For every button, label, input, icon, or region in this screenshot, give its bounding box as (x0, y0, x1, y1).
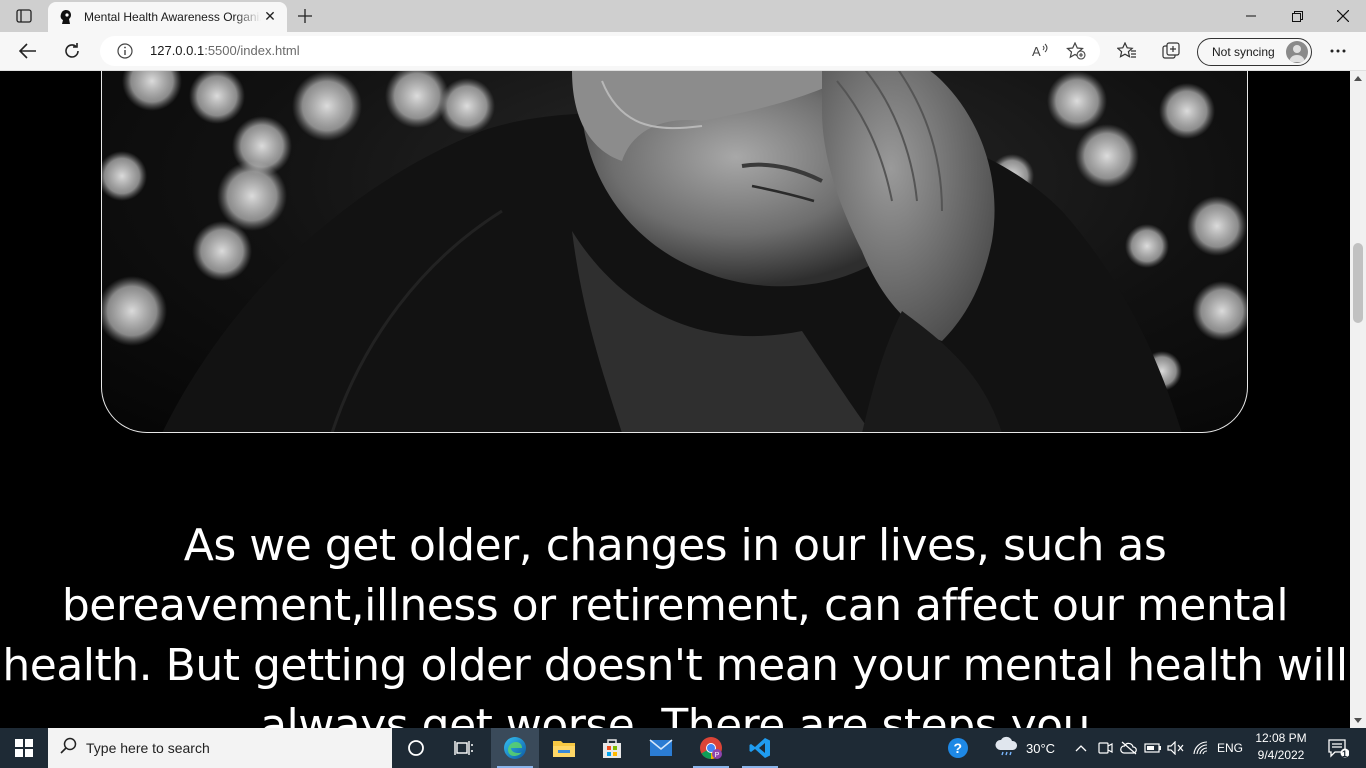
new-tab-button[interactable] (292, 5, 318, 27)
onedrive-off-icon[interactable] (1118, 728, 1140, 768)
edge-icon[interactable] (491, 728, 539, 768)
scroll-up-icon[interactable] (1350, 71, 1366, 85)
notification-count: 1 (1342, 749, 1348, 759)
windows-taskbar: Type here to search P ? 30°C ENG 12:08 P… (0, 728, 1366, 768)
restore-icon[interactable] (1274, 0, 1320, 32)
svg-text:P: P (715, 752, 720, 759)
microsoft-store-icon[interactable] (588, 728, 636, 768)
minimize-icon[interactable] (1228, 0, 1274, 32)
address-bar[interactable]: 127.0.0.1:5500/index.html A (100, 36, 1100, 66)
intro-paragraph: As we get older, changes in our lives, s… (2, 520, 1348, 728)
url-host: 127.0.0.1 (150, 43, 205, 58)
file-explorer-icon[interactable] (540, 728, 588, 768)
chrome-icon[interactable]: P (687, 728, 735, 768)
cloud-rain-icon (994, 736, 1020, 761)
browser-titlebar: Mental Health Awareness Organization ✕ (0, 0, 1366, 32)
vscode-icon[interactable] (736, 728, 784, 768)
taskbar-clock[interactable]: 12:08 PM 9/4/2022 (1246, 730, 1316, 764)
volume-muted-icon[interactable] (1165, 728, 1187, 768)
collections-icon[interactable] (1156, 37, 1186, 65)
chevron-up-icon[interactable] (1070, 728, 1092, 768)
weather-widget[interactable]: 30°C (994, 728, 1064, 768)
svg-text:A: A (1032, 44, 1041, 59)
task-view-icon[interactable] (440, 728, 488, 768)
url-path: :5500/index.html (204, 43, 300, 58)
help-icon[interactable]: ? (942, 728, 974, 768)
profile-label: Not syncing (1212, 45, 1275, 59)
clock-date: 9/4/2022 (1257, 748, 1305, 762)
notification-center-icon[interactable]: 1 (1318, 728, 1358, 768)
scroll-down-icon[interactable] (1350, 714, 1366, 728)
scrollbar-thumb[interactable] (1353, 243, 1363, 323)
wifi-icon[interactable] (1190, 728, 1212, 768)
clock-time: 12:08 PM (1255, 731, 1307, 745)
info-icon[interactable] (117, 43, 133, 59)
more-icon[interactable] (1323, 37, 1353, 65)
weather-temp: 30°C (1026, 740, 1056, 756)
refresh-icon[interactable] (57, 37, 87, 65)
profile-button[interactable]: Not syncing (1197, 38, 1312, 66)
page-viewport: As we get older, changes in our lives, s… (0, 71, 1350, 728)
read-aloud-icon[interactable]: A (1030, 41, 1052, 61)
tab-close-icon[interactable]: ✕ (261, 8, 279, 26)
meet-now-icon[interactable] (1094, 728, 1116, 768)
page-scrollbar[interactable] (1350, 71, 1366, 728)
browser-toolbar: 127.0.0.1:5500/index.html A Not syncing (0, 32, 1366, 71)
close-icon[interactable] (1320, 0, 1366, 32)
taskbar-search[interactable]: Type here to search (48, 728, 392, 768)
back-icon[interactable] (13, 37, 43, 65)
tab-title: Mental Health Awareness Organization (84, 10, 261, 24)
add-favorite-icon[interactable] (1065, 41, 1087, 61)
cortana-icon[interactable] (392, 728, 440, 768)
hero-image (101, 71, 1248, 433)
language-indicator[interactable]: ENG (1214, 728, 1246, 768)
avatar (1286, 41, 1308, 63)
tab-actions-icon[interactable] (10, 6, 38, 26)
svg-text:?: ? (954, 740, 963, 756)
favicon-icon (58, 9, 74, 25)
url-text[interactable]: 127.0.0.1:5500/index.html (150, 43, 300, 58)
hero-photo-illustration (102, 71, 1247, 432)
battery-icon[interactable] (1142, 728, 1164, 768)
browser-tab[interactable]: Mental Health Awareness Organization ✕ (48, 2, 287, 32)
search-placeholder: Type here to search (86, 740, 210, 756)
mail-icon[interactable] (637, 728, 685, 768)
search-icon (60, 737, 78, 759)
favorites-icon[interactable] (1112, 37, 1142, 65)
windows-start-icon[interactable] (0, 728, 48, 768)
